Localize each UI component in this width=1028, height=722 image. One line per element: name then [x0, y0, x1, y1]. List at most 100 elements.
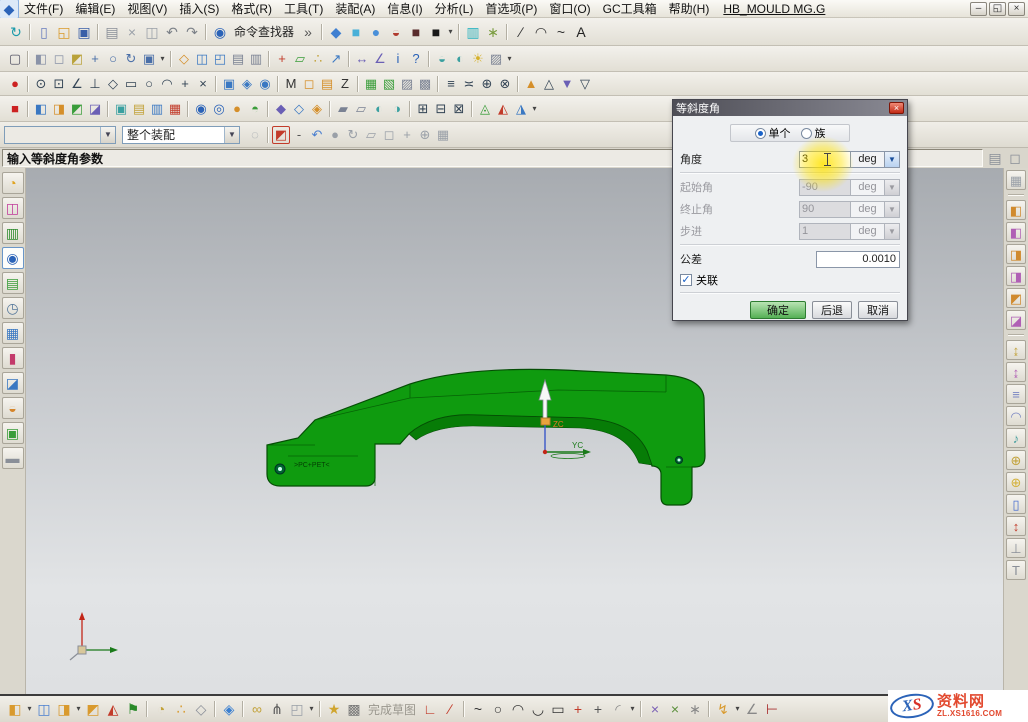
x-box-icon[interactable]: ⊠	[450, 100, 468, 118]
bar-outline-icon[interactable]: ▱	[352, 100, 370, 118]
menu-file[interactable]: 文件(F)	[18, 0, 69, 17]
display-swatch-icon[interactable]: ■	[426, 22, 446, 42]
stop-icon[interactable]: ■	[6, 100, 24, 118]
target-gray-icon[interactable]: ⊕	[416, 126, 434, 144]
radio-family[interactable]: 族	[801, 125, 826, 141]
table-icon[interactable]: ▤	[318, 75, 336, 93]
print-icon[interactable]: ▤	[102, 22, 122, 42]
align-icon[interactable]: ⚑	[123, 699, 143, 719]
tri-left-icon[interactable]: ◭	[494, 100, 512, 118]
checker-icon[interactable]: ▩	[344, 699, 364, 719]
gear-icon[interactable]: ∗	[483, 22, 503, 42]
block-icon[interactable]: ■	[346, 22, 366, 42]
dropdown-icon[interactable]: ▾	[505, 50, 514, 68]
z-tool-icon[interactable]: Z	[336, 75, 354, 93]
menu-window[interactable]: 窗口(O)	[543, 0, 596, 17]
radio-dot[interactable]	[801, 128, 812, 139]
arc-icon[interactable]: ◠	[531, 22, 551, 42]
clamp-icon[interactable]: ⋔	[267, 699, 287, 719]
fillet-icon[interactable]: ◜	[608, 699, 628, 719]
dropdown-icon[interactable]: ▾	[530, 100, 539, 118]
gem-frame-icon[interactable]: ◈	[308, 100, 326, 118]
menu-information[interactable]: 信息(I)	[381, 0, 428, 17]
ghost-cube-icon[interactable]: ◇	[191, 699, 211, 719]
menu-tools[interactable]: 工具(T)	[278, 0, 329, 17]
plus-box-icon[interactable]: ⊞	[414, 100, 432, 118]
mold-list-icon[interactable]: ◨	[1006, 266, 1026, 286]
save-icon[interactable]: ▣	[74, 22, 94, 42]
mold-move-icon[interactable]: ◩	[1006, 288, 1026, 308]
snap-ball-icon[interactable]: ◌	[246, 126, 264, 144]
constrain-icon[interactable]: ∠	[742, 699, 762, 719]
mesh1-icon[interactable]: ▦	[362, 75, 380, 93]
minus-box-icon[interactable]: ⊟	[432, 100, 450, 118]
datum-plane-icon[interactable]: ▱	[291, 50, 309, 68]
screw-icon[interactable]: ↨	[1006, 362, 1026, 382]
pattern-feature-icon[interactable]: ◫	[34, 699, 54, 719]
chart-icon[interactable]: ▥	[463, 22, 483, 42]
command-finder-icon[interactable]: ◉	[210, 22, 230, 42]
quick-trim-icon[interactable]: ↯	[713, 699, 733, 719]
sphere-gray-icon[interactable]: ●	[326, 126, 344, 144]
tri-up-icon[interactable]: ▲	[522, 75, 540, 93]
link-icon[interactable]: ∞	[247, 699, 267, 719]
top-view-icon[interactable]: ◰	[211, 50, 229, 68]
vector-icon[interactable]: ↗	[327, 50, 345, 68]
menu-format[interactable]: 格式(R)	[225, 0, 278, 17]
history-page-tab[interactable]: ▤	[2, 272, 24, 294]
trim-icon[interactable]: ×	[645, 699, 665, 719]
mold-delete-icon[interactable]: ◧	[1006, 222, 1026, 242]
analysis-distance-icon[interactable]: ◪	[86, 100, 104, 118]
dropdown-icon[interactable]: ▾	[446, 22, 455, 42]
minimize-button[interactable]: –	[970, 2, 987, 16]
rotate-view-icon[interactable]: ↻	[122, 50, 140, 68]
cross-gray-icon[interactable]: +	[398, 126, 416, 144]
dropdown-icon[interactable]: ▾	[307, 699, 316, 719]
list-icon[interactable]: ≡	[442, 75, 460, 93]
render-style-icon[interactable]: ◐	[451, 50, 469, 68]
isolate-icon[interactable]: ◰	[287, 699, 307, 719]
users-tab[interactable]: ◒	[2, 397, 24, 419]
gem-feature-icon[interactable]: ◈	[219, 699, 239, 719]
handle-body[interactable]	[267, 369, 705, 505]
effects-icon[interactable]: ★	[324, 699, 344, 719]
mold-update-icon[interactable]: ◧	[1006, 200, 1026, 220]
sync-icon[interactable]: ↻	[6, 22, 26, 42]
shaded-icon[interactable]: ◧	[32, 50, 50, 68]
close-icon[interactable]: ×	[889, 102, 904, 114]
command-finder-label[interactable]: 命令查找器	[230, 23, 298, 40]
pin-component-icon[interactable]: ▯	[1006, 494, 1026, 514]
half-left-icon[interactable]: ◐	[370, 100, 388, 118]
pan-icon[interactable]: +	[86, 50, 104, 68]
dimension-icon[interactable]: ⊢	[762, 699, 782, 719]
snap-arc-icon[interactable]: ◠	[158, 75, 176, 93]
wcs-icon[interactable]: +	[273, 50, 291, 68]
gasket-icon[interactable]: ◠	[1006, 406, 1026, 426]
orbit-gray-icon[interactable]: ↻	[344, 126, 362, 144]
back-button[interactable]: 后退	[812, 301, 852, 319]
roles-tab[interactable]: ◪	[2, 372, 24, 394]
dropdown-icon[interactable]: ▾	[74, 699, 83, 719]
bolt-icon[interactable]: ↨	[1006, 340, 1026, 360]
section-icon[interactable]: ▣	[112, 100, 130, 118]
tri-dot-icon[interactable]: ◬	[476, 100, 494, 118]
close-button[interactable]: ×	[1008, 2, 1025, 16]
dialog-title-bar[interactable]: 等斜度角 ×	[673, 100, 907, 116]
profile-icon[interactable]: ∟	[420, 699, 440, 719]
menu-gc-toolbox[interactable]: GC工具箱	[597, 0, 663, 17]
hatch-icon[interactable]: ▨	[398, 75, 416, 93]
swap-view-icon[interactable]: ↶	[308, 126, 326, 144]
mesh2-icon[interactable]: ▧	[380, 75, 398, 93]
mold-drawing-icon[interactable]: ◨	[1006, 244, 1026, 264]
star-point-icon[interactable]: +	[568, 699, 588, 719]
reflect-icon[interactable]: ◉	[192, 100, 210, 118]
tool-post-icon[interactable]: T	[1006, 560, 1026, 580]
internet-tab[interactable]: ◉	[2, 247, 24, 269]
menu-view[interactable]: 视图(V)	[121, 0, 173, 17]
help-icon[interactable]: ?	[407, 50, 425, 68]
chevron-down-icon[interactable]: ▼	[100, 127, 115, 143]
menu-assemblies[interactable]: 装配(A)	[329, 0, 381, 17]
app-icon[interactable]: ◆	[0, 0, 19, 19]
palette-tab[interactable]: ▦	[2, 322, 24, 344]
extrude-icon[interactable]: ◆	[326, 22, 346, 42]
